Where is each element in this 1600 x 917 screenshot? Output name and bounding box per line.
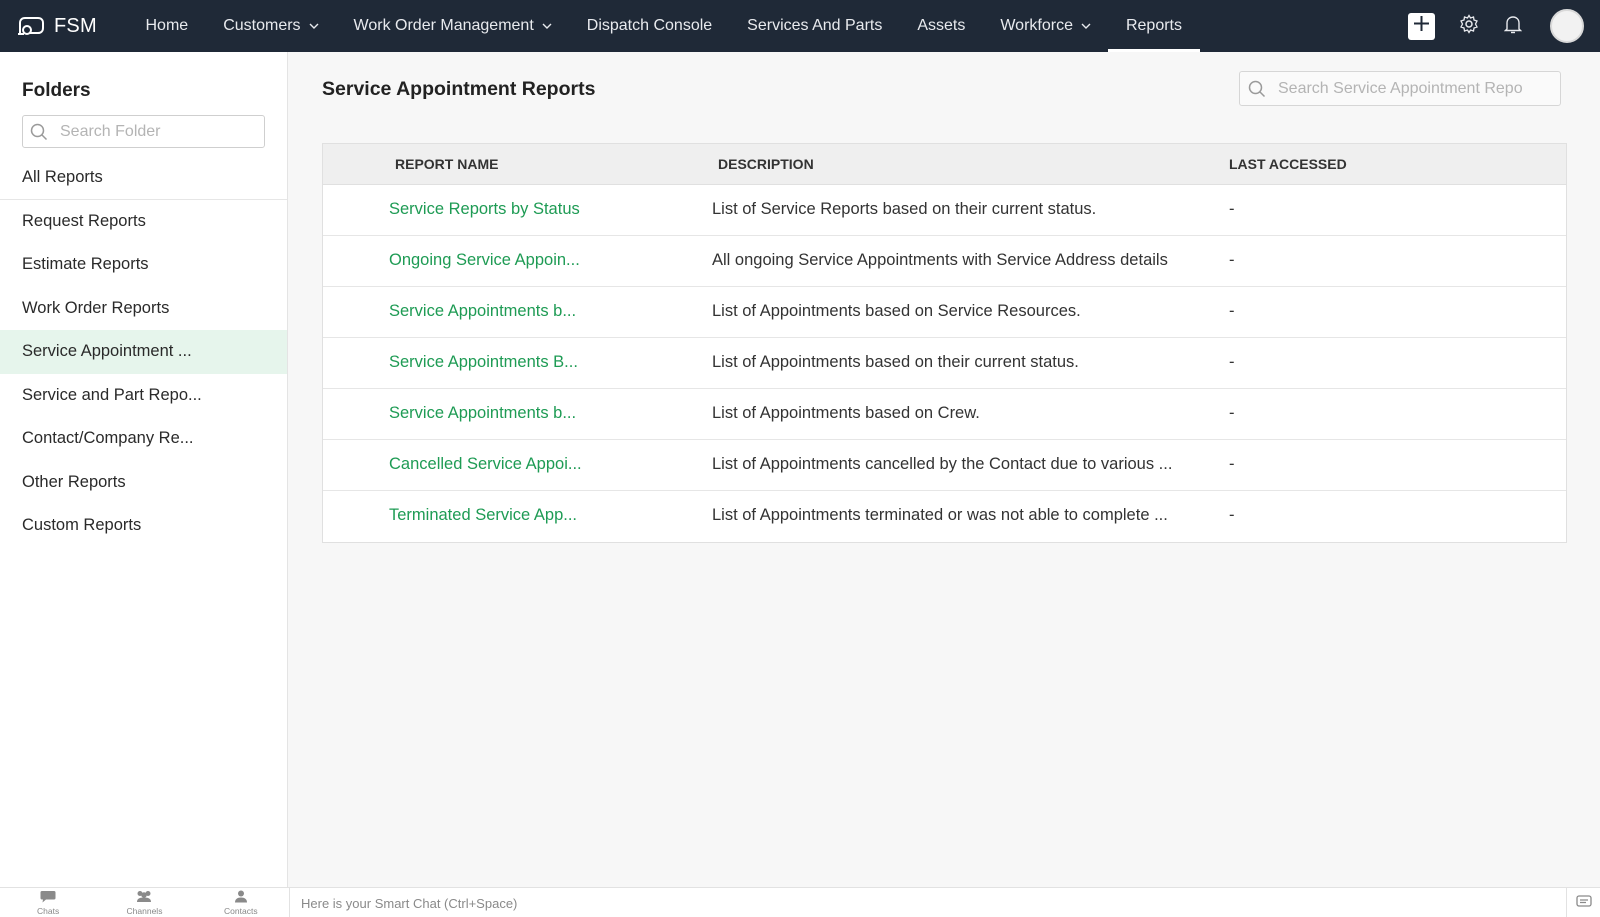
search-icon <box>1248 80 1266 98</box>
channels-button[interactable]: Channels <box>96 888 192 917</box>
folder-request-reports[interactable]: Request Reports <box>0 200 287 244</box>
nav-label: Workforce <box>1000 17 1073 34</box>
nav-reports[interactable]: Reports <box>1108 0 1200 52</box>
chat-bubble-icon <box>40 890 56 905</box>
folder-search-input[interactable] <box>60 122 250 141</box>
contacts-button[interactable]: Contacts <box>193 888 289 917</box>
table-row: Cancelled Service Appoi... List of Appoi… <box>323 440 1566 491</box>
table-row: Ongoing Service Appoin... All ongoing Se… <box>323 236 1566 287</box>
report-link[interactable]: Service Appointments B... <box>389 353 578 372</box>
report-last-accessed: - <box>1229 302 1235 320</box>
nav-label: Services And Parts <box>747 17 883 34</box>
folder-list: All Reports Request Reports Estimate Rep… <box>0 156 287 548</box>
nav-home[interactable]: Home <box>128 0 206 52</box>
nav-label: Customers <box>223 17 301 34</box>
nav-workforce[interactable]: Workforce <box>983 0 1109 52</box>
report-last-accessed: - <box>1229 353 1235 371</box>
nav-label: Work Order Management <box>353 17 534 34</box>
report-last-accessed: - <box>1229 200 1235 218</box>
chevron-down-icon <box>542 23 552 29</box>
report-last-accessed: - <box>1229 404 1235 422</box>
table-header: REPORT NAME DESCRIPTION LAST ACCESSED <box>323 144 1566 185</box>
plus-icon <box>1413 15 1430 37</box>
report-link[interactable]: Cancelled Service Appoi... <box>389 455 582 474</box>
folder-custom-reports[interactable]: Custom Reports <box>0 504 287 548</box>
report-link[interactable]: Ongoing Service Appoin... <box>389 251 580 270</box>
report-description: List of Appointments based on their curr… <box>712 353 1079 371</box>
folders-sidebar: Folders All Reports Request Reports Esti… <box>0 52 288 887</box>
column-header-last-accessed[interactable]: LAST ACCESSED <box>1229 156 1347 172</box>
report-link[interactable]: Service Appointments b... <box>389 404 576 423</box>
chevron-down-icon <box>1081 23 1091 29</box>
report-description: List of Appointments based on Crew. <box>712 404 980 422</box>
report-last-accessed: - <box>1229 251 1235 269</box>
folder-all-reports[interactable]: All Reports <box>0 156 287 200</box>
sidebar-title: Folders <box>22 80 91 101</box>
nav-label: Home <box>145 17 189 34</box>
column-header-report-name[interactable]: REPORT NAME <box>395 156 498 172</box>
chat-window-button[interactable] <box>1566 888 1600 917</box>
nav-services-and-parts[interactable]: Services And Parts <box>730 0 900 52</box>
page-title: Service Appointment Reports <box>322 78 596 100</box>
chevron-down-icon <box>309 23 319 29</box>
table-row: Service Appointments b... List of Appoin… <box>323 389 1566 440</box>
column-header-description: DESCRIPTION <box>718 156 814 172</box>
brand-name: FSM <box>54 14 97 37</box>
report-link[interactable]: Service Reports by Status <box>389 200 580 219</box>
settings-button[interactable] <box>1458 13 1480 39</box>
top-navbar: FSM Home Customers Work Order Management… <box>0 0 1600 52</box>
folder-work-order-reports[interactable]: Work Order Reports <box>0 287 287 331</box>
folder-contact-company-reports[interactable]: Contact/Company Re... <box>0 417 287 461</box>
nav-label: Assets <box>917 17 966 34</box>
report-description: List of Appointments based on Service Re… <box>712 302 1081 320</box>
chats-button[interactable]: Chats <box>0 888 96 917</box>
nav-label: Reports <box>1125 17 1182 34</box>
search-icon <box>30 123 48 141</box>
report-link[interactable]: Terminated Service App... <box>389 506 577 525</box>
folder-service-appointment-reports[interactable]: Service Appointment ... <box>0 330 287 374</box>
table-row: Service Appointments B... List of Appoin… <box>323 338 1566 389</box>
group-icon <box>135 890 153 905</box>
report-last-accessed: - <box>1229 506 1235 524</box>
table-row: Service Reports by Status List of Servic… <box>323 185 1566 236</box>
report-description: List of Appointments cancelled by the Co… <box>712 455 1173 473</box>
folder-estimate-reports[interactable]: Estimate Reports <box>0 243 287 287</box>
report-description: All ongoing Service Appointments with Se… <box>712 251 1168 269</box>
bell-icon <box>1503 14 1523 39</box>
nav-customers[interactable]: Customers <box>206 0 336 52</box>
reports-table: REPORT NAME DESCRIPTION LAST ACCESSED Se… <box>322 143 1567 543</box>
table-row: Service Appointments b... List of Appoin… <box>323 287 1566 338</box>
report-search-box <box>1239 71 1561 106</box>
table-row: Terminated Service App... List of Appoin… <box>323 491 1566 542</box>
add-button[interactable] <box>1408 12 1435 40</box>
contacts-label: Contacts <box>224 906 258 916</box>
report-description: List of Appointments terminated or was n… <box>712 506 1168 524</box>
nav-assets[interactable]: Assets <box>900 0 983 52</box>
report-description: List of Service Reports based on their c… <box>712 200 1097 218</box>
report-last-accessed: - <box>1229 455 1235 473</box>
smart-chat-input[interactable]: Here is your Smart Chat (Ctrl+Space) <box>301 896 517 911</box>
report-link[interactable]: Service Appointments b... <box>389 302 576 321</box>
bottom-chat-bar: Chats Channels Contacts Here is your Sma… <box>0 887 1600 917</box>
folder-service-and-part-reports[interactable]: Service and Part Repo... <box>0 374 287 418</box>
person-icon <box>234 890 248 905</box>
chats-label: Chats <box>37 906 60 916</box>
notifications-button[interactable] <box>1502 15 1524 37</box>
nav-dispatch-console[interactable]: Dispatch Console <box>569 0 729 52</box>
folder-search-box <box>22 115 265 148</box>
brand[interactable]: FSM <box>16 0 128 52</box>
folder-other-reports[interactable]: Other Reports <box>0 461 287 505</box>
fsm-logo-icon <box>16 13 46 39</box>
main-content: Service Appointment Reports REPORT NAME … <box>289 52 1600 887</box>
channels-label: Channels <box>126 906 163 916</box>
chat-window-icon <box>1575 894 1592 913</box>
nav-work-order-management[interactable]: Work Order Management <box>336 0 569 52</box>
avatar[interactable] <box>1550 9 1584 43</box>
nav-label: Dispatch Console <box>586 17 713 34</box>
report-search-input[interactable] <box>1278 79 1548 98</box>
gear-icon <box>1459 13 1479 39</box>
